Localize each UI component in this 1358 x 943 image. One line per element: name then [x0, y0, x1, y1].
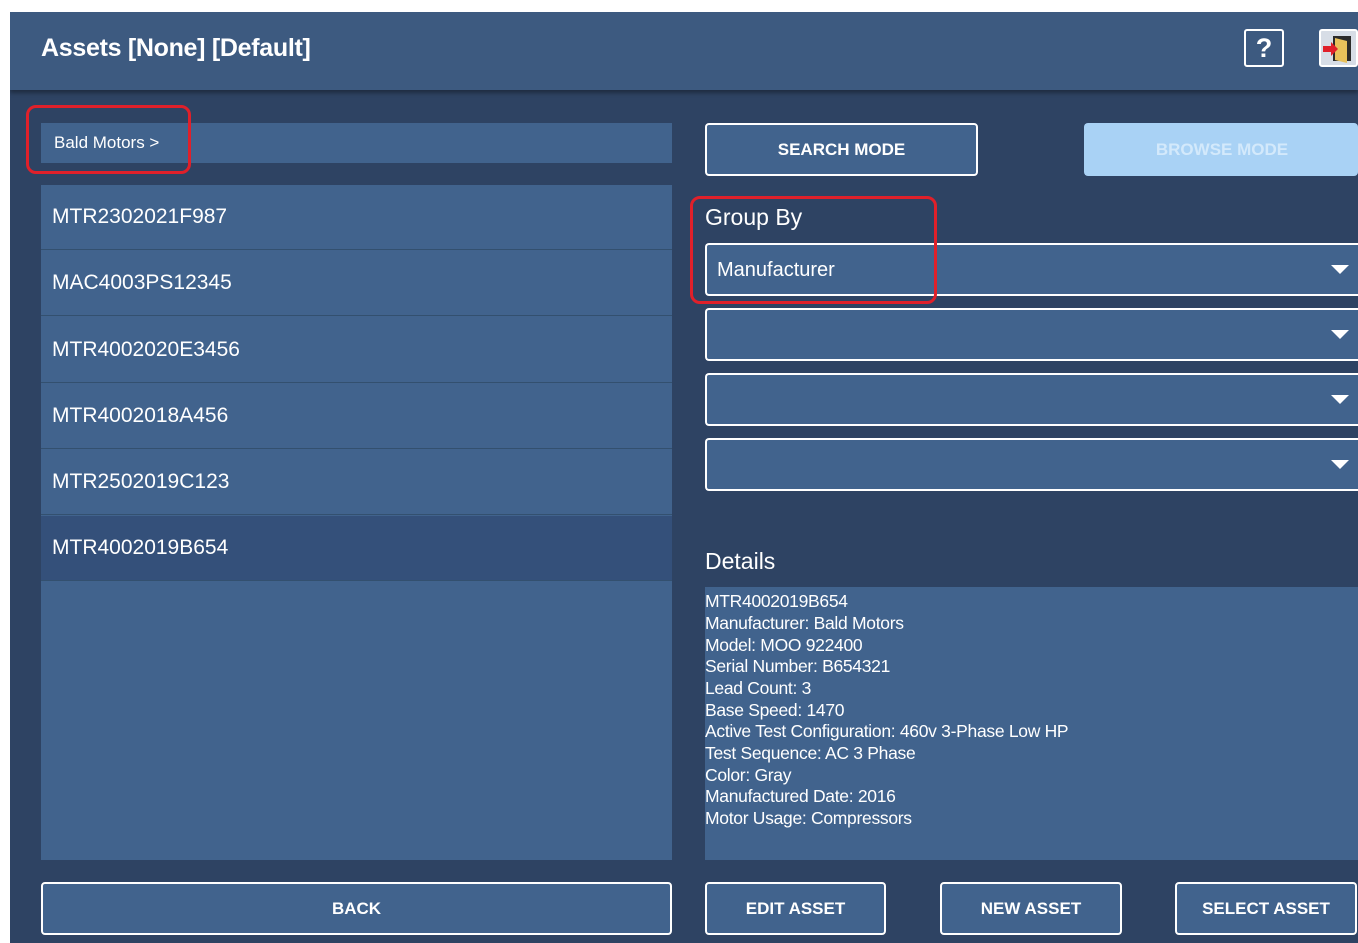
details-manufacturer: Manufacturer: Bald Motors: [705, 613, 904, 633]
details-asset-id: MTR4002019B654: [705, 591, 848, 611]
details-test-sequence: Test Sequence: AC 3 Phase: [705, 743, 916, 763]
new-asset-button[interactable]: NEW ASSET: [940, 882, 1122, 935]
exit-door-icon[interactable]: [1319, 29, 1358, 67]
list-item[interactable]: MTR4002020E3456: [41, 318, 672, 383]
details-color: Color: Gray: [705, 765, 792, 785]
details-lead-count: Lead Count: 3: [705, 678, 812, 698]
list-item-label: MTR2502019C123: [52, 470, 230, 493]
details-serial-number: Serial Number: B654321: [705, 656, 891, 676]
list-item-selected[interactable]: MTR4002019B654: [41, 516, 672, 581]
list-item-label: MTR4002018A456: [52, 404, 229, 427]
details-test-configuration: Active Test Configuration: 460v 3-Phase …: [705, 721, 1069, 741]
breadcrumb-highlight: [26, 105, 191, 174]
chevron-down-icon: [1331, 265, 1349, 274]
list-item-label: MTR4002020E3456: [52, 338, 240, 361]
details-manufactured-date: Manufactured Date: 2016: [705, 786, 896, 806]
exit-door-icon-graphic: [1323, 36, 1351, 63]
details-motor-usage: Motor Usage: Compressors: [705, 808, 912, 828]
list-item-label: MAC4003PS12345: [52, 271, 232, 294]
list-item[interactable]: MTR4002018A456: [41, 384, 672, 449]
chevron-down-icon: [1331, 460, 1349, 469]
list-item[interactable]: MTR2302021F987: [41, 185, 672, 250]
group-by-select-3[interactable]: [705, 373, 1358, 426]
title-bar: Assets [None] [Default] ?: [10, 12, 1358, 90]
asset-list: MTR2302021F987 MAC4003PS12345 MTR4002020…: [41, 185, 672, 860]
list-item[interactable]: MAC4003PS12345: [41, 251, 672, 316]
back-button[interactable]: BACK: [41, 882, 672, 935]
chevron-down-icon: [1331, 395, 1349, 404]
help-icon[interactable]: ?: [1244, 29, 1284, 67]
group-by-select-2[interactable]: [705, 308, 1358, 361]
page-title: Assets [None] [Default]: [41, 34, 311, 62]
edit-asset-button[interactable]: EDIT ASSET: [705, 882, 886, 935]
list-item[interactable]: MTR2502019C123: [41, 450, 672, 515]
details-model: Model: MOO 922400: [705, 635, 863, 655]
select-asset-button[interactable]: SELECT ASSET: [1175, 882, 1357, 935]
group-by-highlight: [690, 196, 937, 304]
details-base-speed: Base Speed: 1470: [705, 700, 845, 720]
search-mode-button[interactable]: SEARCH MODE: [705, 123, 978, 176]
list-item-label: MTR4002019B654: [52, 536, 229, 559]
browse-mode-button[interactable]: BROWSE MODE: [1084, 123, 1358, 176]
group-by-select-4[interactable]: [705, 438, 1358, 491]
details-panel: MTR4002019B654 Manufacturer: Bald Motors…: [705, 587, 1358, 860]
details-label: Details: [705, 548, 776, 574]
chevron-down-icon: [1331, 330, 1349, 339]
assets-screen: Assets [None] [Default] ? Bald Motors > …: [10, 12, 1358, 943]
list-item-label: MTR2302021F987: [52, 205, 228, 228]
